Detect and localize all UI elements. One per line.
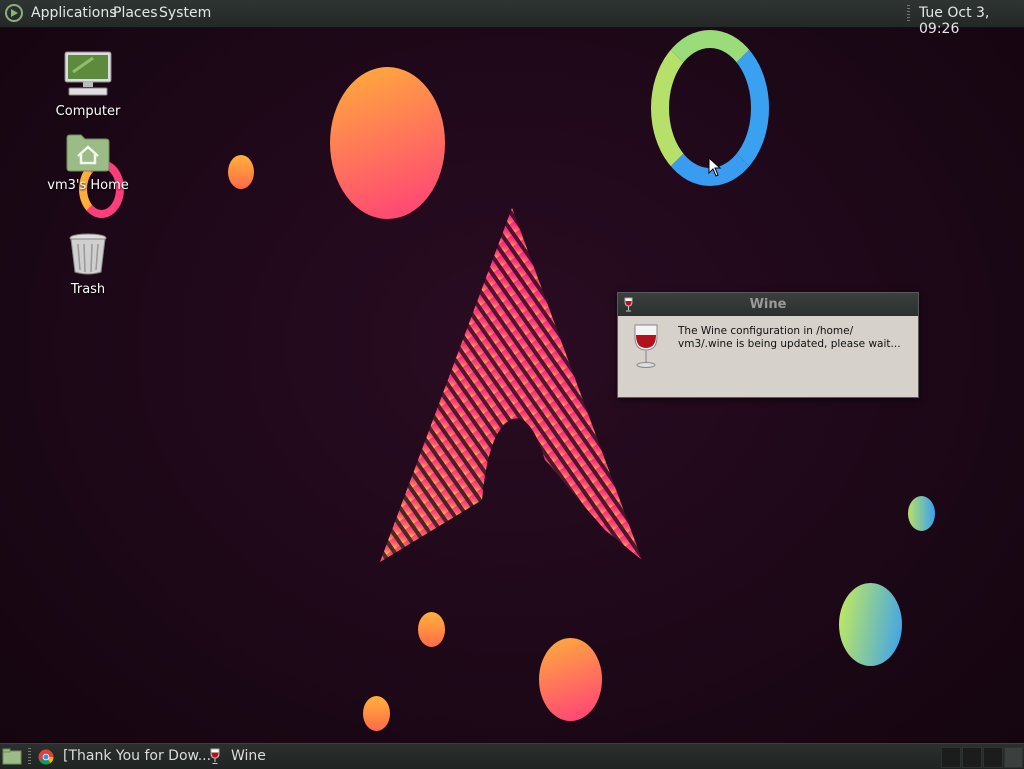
clock[interactable]: Tue Oct 3, 09:26 (919, 5, 1024, 37)
wine-message-line: The Wine configuration in /home/ (678, 325, 854, 337)
desktop-icon-label: Computer (55, 104, 121, 119)
arch-logo-graphic (380, 208, 642, 562)
wine-glass-icon (634, 324, 658, 368)
clock-separator (907, 5, 910, 22)
workspace-3[interactable] (983, 747, 1003, 768)
bottom-panel: [Thank You for Dow... Wine (0, 743, 1024, 769)
workspace-2[interactable] (962, 747, 982, 768)
computer-icon (64, 51, 112, 96)
wallpaper-orb (330, 67, 445, 219)
menu-applications[interactable]: Applications (31, 5, 117, 21)
taskbar-item-label: [Thank You for Dow... (63, 748, 212, 764)
applications-logo-icon[interactable] (5, 4, 23, 22)
chrome-icon (38, 749, 54, 765)
wallpaper-orb (363, 696, 390, 731)
trash-icon (69, 233, 107, 275)
taskbar-item-label: Wine (231, 748, 266, 764)
top-panel: Applications Places System Tue Oct 3, 09… (0, 0, 1024, 37)
wine-message-line: vm3/.wine is being updated, please wait.… (678, 338, 901, 350)
mouse-cursor-icon (708, 157, 722, 177)
wallpaper-orb (539, 638, 602, 721)
wallpaper-orb (839, 583, 902, 666)
workspace-1[interactable] (941, 747, 961, 768)
wine-dialog-titlebar[interactable]: Wine (618, 293, 918, 316)
home-folder-icon (66, 134, 110, 172)
desktop-icon-home[interactable]: vm3's Home (38, 132, 138, 193)
wallpaper-orb (228, 155, 254, 189)
desktop-icon-trash[interactable]: Trash (38, 232, 138, 297)
desktop-icon-label: vm3's Home (47, 178, 129, 193)
wine-glass-icon (210, 748, 220, 764)
workspace-4[interactable] (1004, 747, 1023, 768)
wine-dialog-title: Wine (749, 297, 787, 312)
desktop-icon-computer[interactable]: Computer (38, 50, 138, 119)
panel-separator (28, 748, 31, 765)
wine-glass-icon (624, 297, 633, 312)
menu-places[interactable]: Places (113, 5, 158, 21)
show-desktop-icon[interactable] (2, 748, 22, 765)
wine-dialog-message: The Wine configuration in /home/ vm3/.wi… (678, 325, 910, 351)
desktop-icon-label: Trash (70, 282, 106, 297)
wine-dialog[interactable]: Wine The Wine configuration in /home/ vm… (617, 292, 919, 398)
wallpaper-orb (418, 612, 445, 647)
menu-system[interactable]: System (159, 5, 211, 21)
wallpaper-orb (908, 496, 935, 531)
